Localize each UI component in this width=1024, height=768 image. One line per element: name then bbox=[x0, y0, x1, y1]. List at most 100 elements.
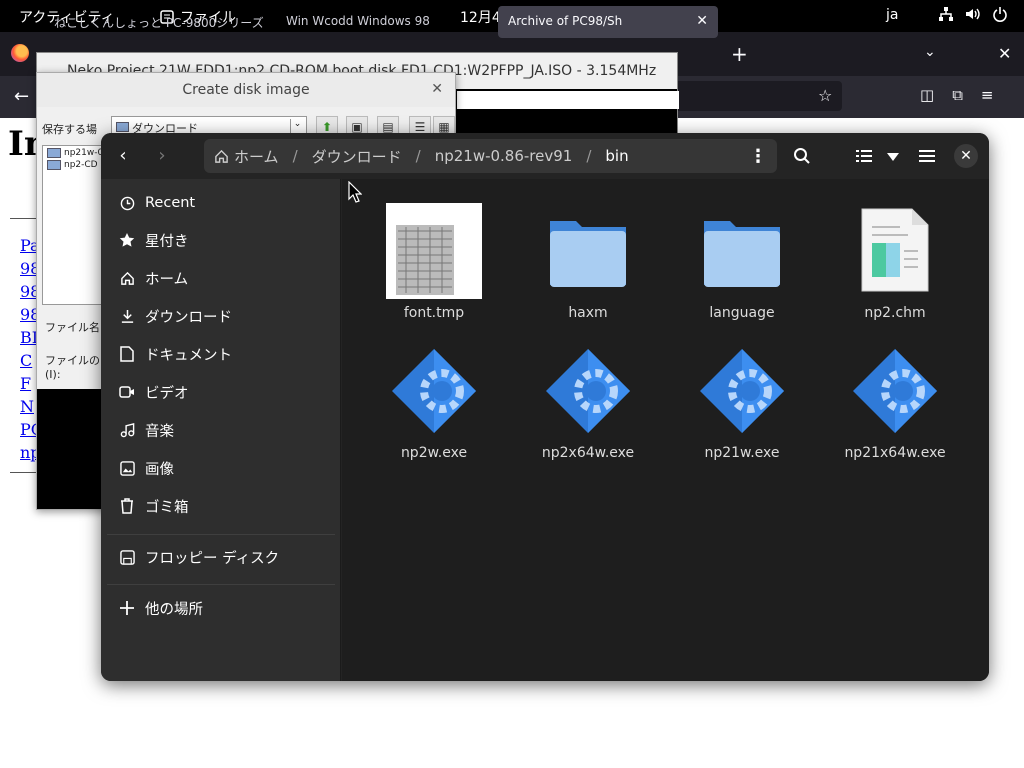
new-tab-button[interactable]: + bbox=[731, 42, 748, 66]
sidebar-item-starred[interactable]: 星付き bbox=[101, 222, 341, 258]
extensions-icon[interactable]: ⧉ bbox=[952, 86, 963, 104]
file-item[interactable]: np2.chm bbox=[830, 203, 960, 321]
list-view-icon bbox=[856, 150, 872, 162]
tab-label: Archive of PC98/Sh bbox=[508, 14, 623, 28]
list-view-button[interactable] bbox=[852, 143, 876, 169]
file-grid[interactable]: font.tmp haxm language np2.chm np2w.exe bbox=[342, 179, 989, 681]
back-button[interactable]: ‹ bbox=[109, 143, 137, 169]
files-headerbar: ‹ › ホーム / ダウンロード / np21w-0.86-rev91 / bi… bbox=[101, 133, 989, 179]
view-options-button[interactable] bbox=[882, 143, 904, 169]
sidebar-item-trash[interactable]: ゴミ箱 bbox=[101, 488, 341, 524]
forward-button[interactable]: › bbox=[148, 143, 176, 169]
sidebar-item-label: ダウンロード bbox=[145, 309, 232, 326]
browser-toolbar-icons: ◫ ⧉ ≡ bbox=[920, 86, 993, 104]
chevron-right-icon: › bbox=[158, 145, 166, 166]
input-method-indicator[interactable]: ja bbox=[886, 7, 898, 23]
sidebar-item-label: フロッピー ディスク bbox=[145, 550, 280, 567]
bookmark-star-icon[interactable]: ☆ bbox=[818, 86, 832, 105]
sidebar-item-documents[interactable]: ドキュメント bbox=[101, 336, 341, 372]
download-icon bbox=[119, 308, 135, 324]
executable-item[interactable]: np21x64w.exe bbox=[830, 343, 960, 461]
path-segment-home[interactable]: ホーム bbox=[214, 146, 279, 167]
file-name: np2w.exe bbox=[400, 445, 468, 461]
save-in-label: 保存する場 bbox=[42, 123, 97, 136]
folder-icon bbox=[540, 203, 636, 299]
network-icon bbox=[939, 7, 953, 21]
executable-item[interactable]: np2x64w.exe bbox=[523, 343, 653, 461]
more-options-icon[interactable]: ⋮ bbox=[749, 146, 767, 167]
file-name: np2x64w.exe bbox=[541, 445, 635, 461]
filetype-label-line2: (I): bbox=[45, 368, 61, 381]
close-tab-icon[interactable]: ✕ bbox=[696, 13, 708, 29]
path-segment-bin[interactable]: bin bbox=[605, 147, 628, 165]
clock-icon bbox=[119, 195, 135, 211]
sidebar-item-floppy[interactable]: フロッピー ディスク bbox=[101, 539, 341, 575]
path-segment-np21w[interactable]: np21w-0.86-rev91 bbox=[435, 147, 573, 165]
volume-icon bbox=[966, 8, 980, 20]
path-bar: ホーム / ダウンロード / np21w-0.86-rev91 / bin ⋮ bbox=[204, 139, 777, 173]
folder-item[interactable]: haxm bbox=[523, 203, 653, 321]
floppy-disk-icon bbox=[119, 549, 135, 565]
sidebar-item-music[interactable]: 音楽 bbox=[101, 412, 341, 448]
emulator-screen bbox=[37, 389, 101, 509]
executable-item[interactable]: np2w.exe bbox=[369, 343, 499, 461]
search-button[interactable] bbox=[789, 143, 815, 169]
sidebar-item-videos[interactable]: ビデオ bbox=[101, 374, 341, 410]
firefox-icon bbox=[11, 44, 29, 62]
sidebar-item-label: 星付き bbox=[145, 233, 189, 250]
list-view-icon: ☰ bbox=[414, 120, 426, 134]
sidebar-item-home[interactable]: ホーム bbox=[101, 260, 341, 296]
folder-item[interactable]: language bbox=[677, 203, 807, 321]
star-icon bbox=[119, 232, 135, 248]
file-name: language bbox=[709, 305, 775, 321]
power-icon bbox=[993, 7, 1007, 22]
browser-tab[interactable]: Win Wcodd Windows 98 bbox=[276, 6, 496, 38]
back-arrow-icon[interactable]: ← bbox=[14, 86, 29, 107]
sidebar-item-label: 他の場所 bbox=[145, 601, 203, 618]
list-item-label: np21w-0 bbox=[64, 148, 104, 158]
path-separator: / bbox=[415, 147, 421, 165]
browser-tab[interactable]: ねこしくんしょっと PC-9800シリーズ bbox=[44, 6, 274, 38]
sidebar-item-label: 音楽 bbox=[145, 423, 174, 440]
sidebar-item-label: ホーム bbox=[145, 271, 189, 288]
system-menu[interactable] bbox=[938, 6, 1008, 22]
home-icon bbox=[215, 149, 228, 163]
folder-icon bbox=[116, 122, 129, 132]
hamburger-menu-icon bbox=[919, 150, 935, 162]
sidebar-item-downloads[interactable]: ダウンロード bbox=[101, 298, 341, 334]
path-segment-label: ダウンロード bbox=[311, 147, 402, 166]
document-icon bbox=[847, 203, 943, 299]
chevron-left-icon: ‹ bbox=[119, 145, 127, 166]
desktop-icon: ▣ bbox=[351, 120, 363, 134]
places-sidebar: Recent 星付き ホーム ダウンロード ドキュメント ビデオ 音楽 画像 ゴ… bbox=[101, 179, 341, 681]
picture-icon bbox=[119, 460, 135, 476]
video-icon bbox=[119, 384, 135, 400]
close-icon[interactable]: ✕ bbox=[431, 81, 443, 97]
executable-item[interactable]: np21w.exe bbox=[677, 343, 807, 461]
sidebar-item-label: ドキュメント bbox=[145, 347, 232, 364]
folder-icon bbox=[694, 203, 790, 299]
dropdown-triangle-icon bbox=[887, 153, 899, 161]
main-menu-button[interactable] bbox=[915, 143, 939, 169]
executable-gear-icon bbox=[386, 343, 482, 439]
file-name: np21x64w.exe bbox=[844, 445, 946, 461]
browser-tab-active[interactable]: Archive of PC98/Sh ✕ bbox=[498, 6, 718, 38]
sidebar-item-pictures[interactable]: 画像 bbox=[101, 450, 341, 486]
path-separator: / bbox=[292, 147, 298, 165]
list-item-label: np2-CD bbox=[64, 160, 98, 170]
tab-label: Win Wcodd Windows 98 bbox=[286, 14, 430, 28]
sidebar-item-recent[interactable]: Recent bbox=[101, 185, 341, 221]
sidebar-item-other-locations[interactable]: 他の場所 bbox=[101, 590, 341, 626]
pocket-icon[interactable]: ◫ bbox=[920, 86, 934, 104]
tab-list-chevron-icon[interactable]: ⌄ bbox=[924, 44, 936, 60]
dialog-titlebar: Create disk image ✕ bbox=[37, 73, 455, 107]
path-segment-downloads[interactable]: ダウンロード bbox=[312, 146, 402, 167]
document-icon bbox=[119, 346, 135, 362]
hamburger-menu-icon[interactable]: ≡ bbox=[981, 86, 994, 104]
sidebar-item-label: ゴミ箱 bbox=[145, 499, 189, 516]
files-window[interactable]: ‹ › ホーム / ダウンロード / np21w-0.86-rev91 / bi… bbox=[101, 133, 989, 681]
file-item[interactable]: font.tmp bbox=[369, 203, 499, 321]
search-icon bbox=[794, 148, 810, 164]
close-window-icon[interactable]: ✕ bbox=[998, 44, 1011, 63]
close-window-button[interactable]: ✕ bbox=[954, 144, 978, 168]
